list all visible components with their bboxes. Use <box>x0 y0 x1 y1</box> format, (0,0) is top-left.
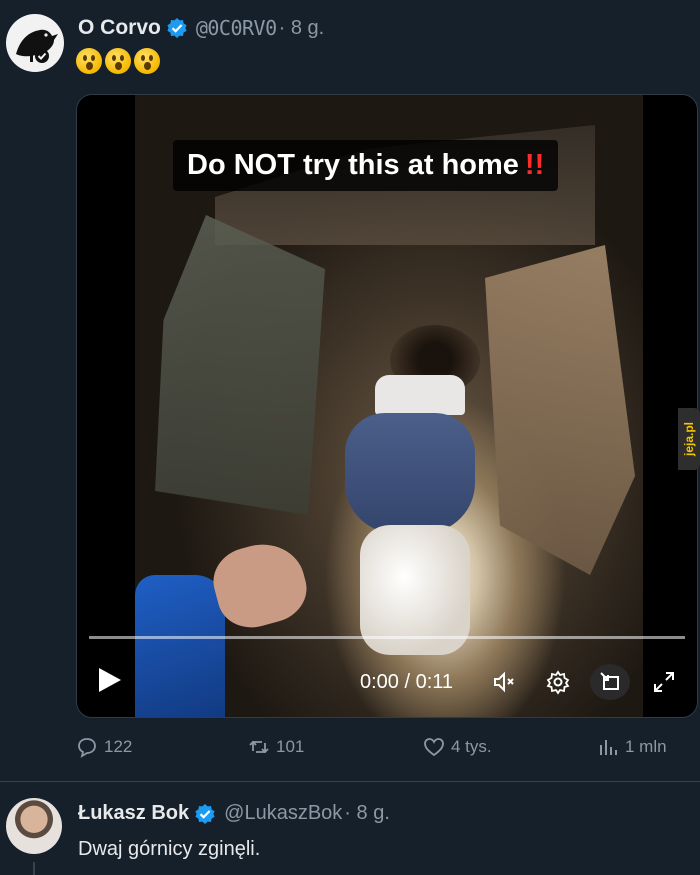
author-avatar[interactable] <box>6 14 64 72</box>
reply-bubble-icon <box>78 738 96 758</box>
video-progress-bar[interactable] <box>89 636 685 639</box>
video-player[interactable]: Do NOT try this at home!! 0:00 / 0:11 <box>76 94 698 718</box>
views-button[interactable]: 1 mln <box>597 736 667 758</box>
video-time: 0:00 / 0:11 <box>360 671 454 693</box>
reply-timestamp[interactable]: · 8 g. <box>344 802 390 825</box>
astonished-face-icon <box>76 48 102 74</box>
play-icon[interactable] <box>99 668 121 692</box>
verified-badge-icon <box>194 803 216 825</box>
heart-icon <box>424 738 444 757</box>
astonished-face-icon <box>134 48 160 74</box>
video-caption-banner: Do NOT try this at home!! <box>173 140 559 191</box>
repost-count: 101 <box>276 737 305 756</box>
watermark-text: jeja.pl <box>682 422 696 457</box>
tweet-timestamp[interactable]: · 8 g. <box>279 17 325 40</box>
repost-button[interactable]: 101 <box>248 736 304 758</box>
crow-logo-icon <box>16 29 58 63</box>
site-watermark: jeja.pl <box>678 408 700 470</box>
reply-author-line: Łukasz Bok @LukaszBok · 8 g. <box>78 802 390 825</box>
author-handle[interactable]: @0C0RV0 <box>196 16 277 40</box>
banner-text: Do NOT try this at home <box>187 149 519 181</box>
like-button[interactable]: 4 tys. <box>423 736 492 758</box>
dock-video-icon[interactable] <box>590 664 630 700</box>
reply-author-name[interactable]: Łukasz Bok <box>78 802 189 825</box>
astonished-face-icon <box>105 48 131 74</box>
fullscreen-icon[interactable] <box>649 667 679 697</box>
thread-line <box>33 862 35 875</box>
settings-gear-icon[interactable] <box>543 667 573 697</box>
reply-author-avatar[interactable] <box>6 798 62 854</box>
views-chart-icon <box>600 740 617 755</box>
tweet: O Corvo @0C0RV0 · 8 g. Do NOT try this a… <box>0 0 700 780</box>
verified-badge-icon <box>166 17 188 39</box>
tweet-actions: 122 101 4 tys. 1 mln <box>76 736 696 764</box>
reply-author-handle[interactable]: @LukaszBok <box>224 802 342 825</box>
like-count: 4 tys. <box>451 737 492 756</box>
repost-icon <box>249 740 269 754</box>
view-count: 1 mln <box>625 737 667 756</box>
reply-tweet: Łukasz Bok @LukaszBok · 8 g. Dwaj górnic… <box>0 782 700 875</box>
reply-count: 122 <box>104 737 133 756</box>
reply-text: Dwaj górnicy zginęli. <box>78 838 261 860</box>
banner-exclamation: !! <box>524 149 545 181</box>
reply-button[interactable]: 122 <box>76 736 132 758</box>
tweet-text <box>76 48 160 74</box>
mute-icon[interactable] <box>489 667 519 697</box>
author-line: O Corvo @0C0RV0 · 8 g. <box>78 14 324 42</box>
author-name[interactable]: O Corvo <box>78 16 161 40</box>
